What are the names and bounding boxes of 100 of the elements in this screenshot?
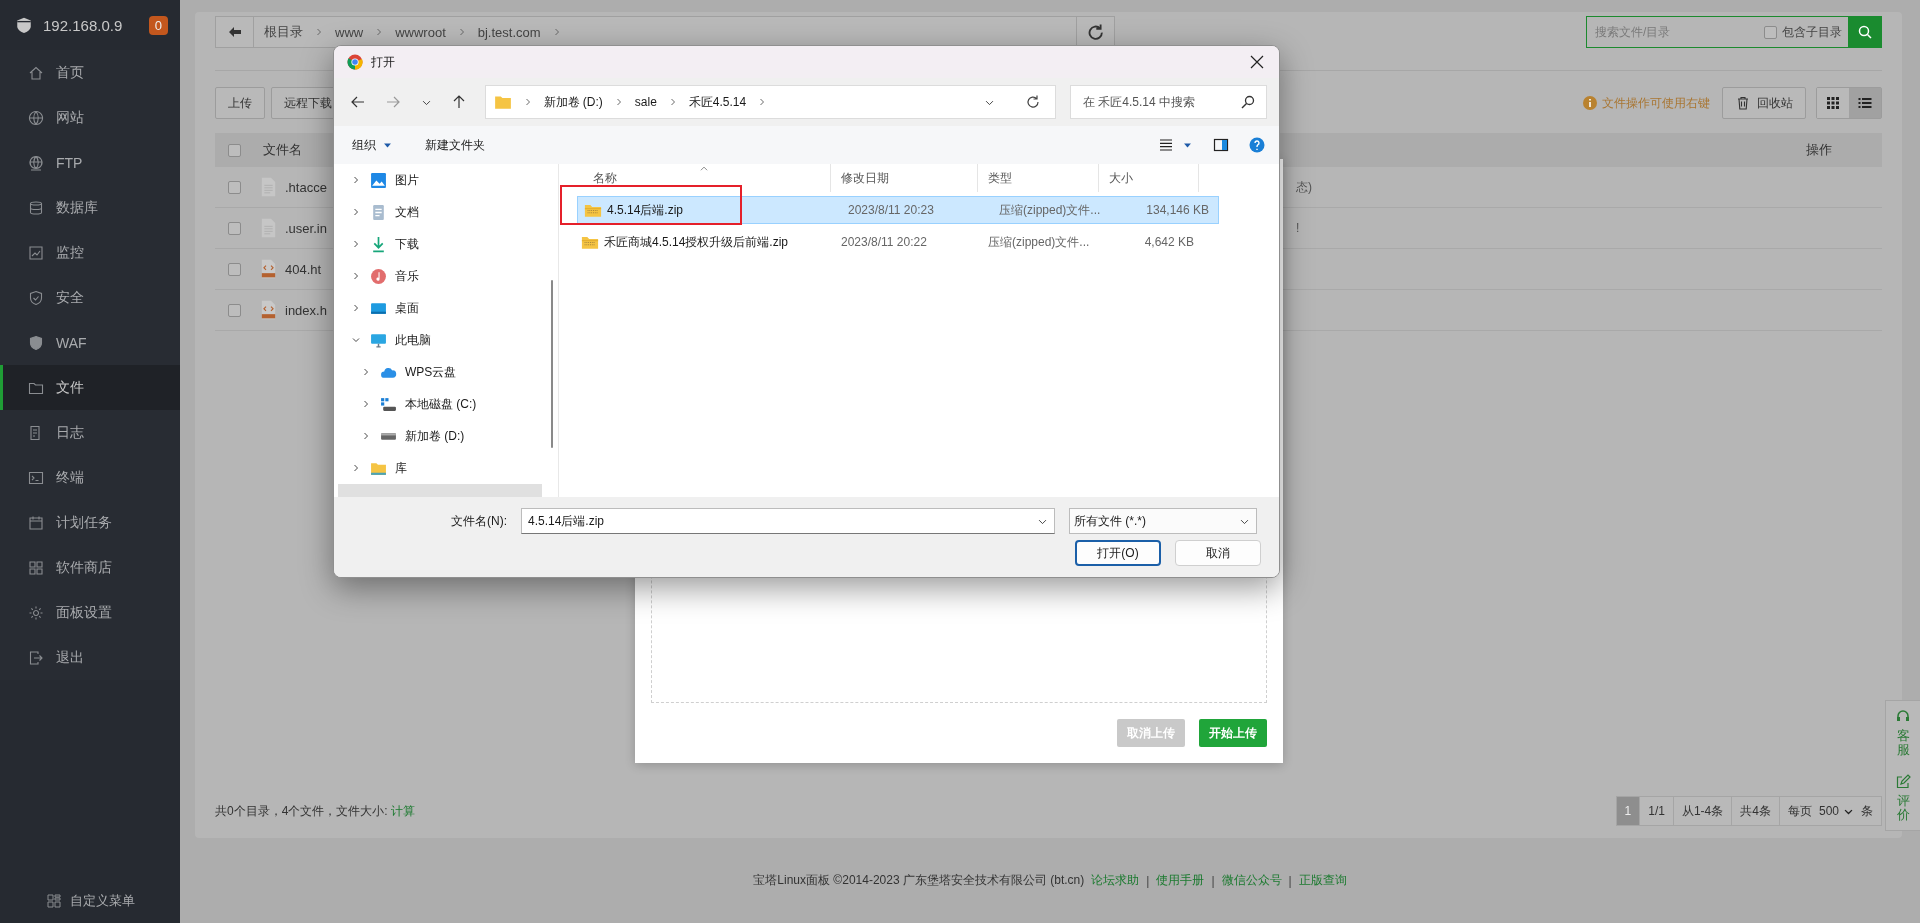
dialog-title: 打开	[371, 53, 395, 71]
file-name[interactable]: index.h	[285, 302, 327, 318]
checkbox[interactable]	[1764, 25, 1777, 39]
globe-icon	[28, 154, 44, 171]
path-segment[interactable]: sale	[634, 95, 657, 109]
checkbox-label: 包含子目录	[1782, 23, 1842, 41]
sidebar-item[interactable]: 面板设置	[0, 590, 180, 635]
search-icon	[1857, 24, 1873, 40]
sidebar-item[interactable]: FTP	[0, 140, 180, 185]
path-segment[interactable]: 新加卷 (D:)	[543, 93, 603, 111]
navigation-item[interactable]: 本地磁盘 (C:)	[334, 388, 546, 420]
navigation-item[interactable]: WPS云盘	[334, 356, 546, 388]
file-name-label: 文件名(N):	[450, 512, 507, 530]
sidebar-item[interactable]: 首页	[0, 50, 180, 95]
search-icon	[1240, 94, 1256, 110]
help-icon[interactable]	[1249, 137, 1265, 153]
new-folder-button[interactable]: 新建文件夹	[419, 132, 491, 158]
column-header: 文件名	[263, 141, 302, 159]
folder-icon	[493, 93, 512, 111]
chart-icon	[28, 244, 44, 261]
breadcrumb-link[interactable]: wwwroot	[395, 24, 446, 40]
download-icon	[370, 235, 387, 253]
breadcrumb-link[interactable]: 根目录	[264, 23, 303, 41]
file-row[interactable]: 4.5.14后端.zip 2023/8/11 20:23 压缩(zipped)文件... 134,146 KB	[577, 196, 1219, 224]
sidebar-item[interactable]: 退出	[0, 635, 180, 680]
checkbox[interactable]	[228, 180, 241, 194]
date-cell-text: 2023/8/11 20:23	[847, 203, 935, 217]
code-file-icon	[260, 259, 277, 279]
trash-icon	[1735, 95, 1751, 111]
checkbox[interactable]	[228, 303, 241, 317]
sidebar-item[interactable]: WAF	[0, 320, 180, 365]
document-icon	[370, 203, 387, 221]
search-button[interactable]	[1848, 16, 1882, 48]
navigation-item[interactable]: 文档	[334, 196, 546, 228]
close-icon	[1249, 54, 1265, 70]
column-header[interactable]: 类型	[978, 164, 1099, 192]
table-cell: 态)	[1296, 178, 1312, 196]
search-box[interactable]: 在 禾匠4.5.14 中搜索	[1070, 85, 1267, 119]
upload-button[interactable]: 上传	[215, 87, 265, 119]
file-row[interactable]: 禾匠商城4.5.14授权升级后前端.zip 2023/8/11 20:22 压缩(zipped)文件... 4,642 KB	[577, 228, 1201, 256]
breadcrumb-link[interactable]: bj.test.com	[477, 24, 541, 40]
sidebar-item[interactable]: 数据库	[0, 185, 180, 230]
sidebar-item[interactable]: 安全	[0, 275, 180, 320]
zip-folder-icon	[581, 234, 599, 250]
list-view-icon[interactable]	[1158, 137, 1174, 153]
refresh-icon[interactable]	[1025, 94, 1041, 110]
notification-badge[interactable]: 0	[148, 15, 168, 35]
music-icon	[370, 267, 387, 285]
edit-icon	[1895, 773, 1911, 790]
organize-menu[interactable]: 组织	[346, 132, 399, 158]
shield-icon	[15, 16, 33, 34]
list-view-button[interactable]	[1849, 88, 1881, 118]
column-header[interactable]: 大小	[1099, 164, 1199, 192]
file-type-select[interactable]: 所有文件 (*.*)	[1069, 508, 1257, 534]
terminal-icon	[28, 469, 44, 486]
disk-drive-icon	[380, 395, 397, 413]
navigation-item[interactable]: 此电脑	[334, 324, 546, 356]
navigation-item[interactable]: 图片	[334, 164, 546, 196]
sidebar-item[interactable]: 网站	[0, 95, 180, 140]
breadcrumb-link[interactable]: www	[335, 24, 364, 40]
checkbox[interactable]	[228, 143, 241, 157]
navigation-item[interactable]: 库	[334, 452, 546, 484]
file-name: 4.5.14后端.zip	[607, 201, 684, 219]
gear-icon	[28, 604, 44, 621]
grid-icon	[45, 893, 62, 909]
shield-icon	[28, 289, 44, 306]
file-name[interactable]: .user.in	[285, 220, 327, 236]
custom-menu-button[interactable]: 自定义菜单	[0, 879, 180, 923]
checkbox[interactable]	[228, 221, 241, 235]
total-text: 共4条	[1731, 796, 1779, 826]
cancel-button[interactable]: 取消	[1175, 540, 1261, 566]
column-header[interactable]: 修改日期	[831, 164, 978, 192]
summary-text: 共0个目录，4个文件，文件大小: 计算	[215, 802, 415, 820]
file-name[interactable]: 404.ht	[285, 261, 322, 277]
sidebar-item[interactable]: 文件	[0, 365, 180, 410]
sidebar-item[interactable]: 计划任务	[0, 500, 180, 545]
open-button[interactable]: 打开(O)	[1075, 540, 1161, 566]
scrollbar-thumb[interactable]	[551, 280, 553, 448]
home-icon	[28, 64, 44, 81]
copyright-text: 宝塔Linux面板 ©2014-2023 广东堡塔安全技术有限公司 (bt.cn)	[753, 872, 1085, 889]
per-page-label: 每页	[1787, 802, 1812, 820]
navigation-item[interactable]: 桌面	[334, 292, 546, 324]
date-cell-text: 2023/8/11 20:22	[840, 235, 928, 249]
size-cell-text: 4,642 KB	[1143, 235, 1195, 249]
file-name-combo[interactable]: 4.5.14后端.zip	[521, 508, 1055, 534]
navigation-item[interactable]: 新加卷 (D:)	[334, 420, 546, 452]
sidebar-item[interactable]: 终端	[0, 455, 180, 500]
sidebar-item[interactable]: 软件商店	[0, 545, 180, 590]
navigation-item[interactable]: 音乐	[334, 260, 546, 292]
path-segment[interactable]: 禾匠4.5.14	[688, 93, 747, 111]
sidebar-item[interactable]: 监控	[0, 230, 180, 275]
calendar-icon	[28, 514, 44, 531]
navigation-item[interactable]: 下载	[334, 228, 546, 260]
address-bar[interactable]: 新加卷 (D:) sale 禾匠4.5.14	[484, 85, 1056, 119]
file-name[interactable]: .htacce	[285, 179, 327, 195]
checkbox[interactable]	[228, 262, 241, 276]
sidebar-item[interactable]: 日志	[0, 410, 180, 455]
per-page-select[interactable]: 500	[1815, 804, 1857, 818]
recycle-bin-button[interactable]: 回收站	[1722, 87, 1806, 119]
preview-pane-icon[interactable]	[1213, 137, 1229, 153]
